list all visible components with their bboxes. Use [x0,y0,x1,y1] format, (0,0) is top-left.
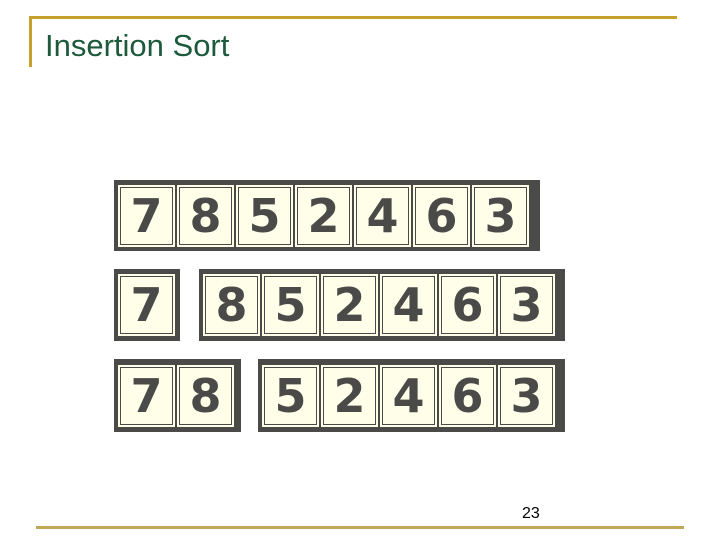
tile-value: 5 [248,188,281,243]
number-tile: 6 [439,364,496,427]
number-tile: 2 [321,274,378,336]
slide-title: Insertion Sort [45,28,230,63]
number-tile: 5 [262,274,319,336]
tile-value: 4 [392,368,425,423]
tile-value: 7 [130,368,163,423]
array-row-3-unsorted-group: 5 2 4 6 3 [258,359,565,432]
tile-value: 6 [425,188,458,243]
number-tile: 3 [498,274,555,336]
tile-value: 5 [274,368,307,423]
footer-rule [36,526,684,529]
number-tile: 2 [321,364,378,427]
array-row-1-group: 7 8 5 2 4 6 3 [114,180,540,251]
tile-value: 3 [510,368,543,423]
title-frame-top-rule [29,16,677,19]
number-tile: 7 [118,274,175,336]
tile-value: 8 [189,368,222,423]
number-tile: 6 [439,274,496,336]
tile-value: 2 [333,368,366,423]
page-number: 23 [522,505,540,522]
number-tile: 6 [413,184,470,247]
number-tile: 3 [472,184,529,247]
tile-value: 3 [484,188,517,243]
number-tile: 4 [380,274,437,336]
tile-value: 7 [130,188,163,243]
tile-value: 7 [130,278,163,332]
number-tile: 8 [177,184,234,247]
number-tile: 5 [236,184,293,247]
array-row-2-sorted-group: 7 [114,269,180,341]
title-frame-left-rule [29,16,32,67]
number-tile: 4 [380,364,437,427]
tile-value: 8 [215,278,248,332]
number-tile: 3 [498,364,555,427]
array-row-2-unsorted-group: 8 5 2 4 6 3 [199,269,565,341]
array-row-3-sorted-group: 7 8 [114,359,241,432]
tile-value: 5 [274,278,307,332]
number-tile: 8 [203,274,260,336]
number-tile: 5 [262,364,319,427]
tile-value: 2 [307,188,340,243]
tile-value: 4 [366,188,399,243]
tile-value: 6 [451,278,484,332]
number-tile: 7 [118,184,175,247]
number-tile: 2 [295,184,352,247]
number-tile: 7 [118,364,175,427]
number-tile: 8 [177,364,234,427]
tile-value: 6 [451,368,484,423]
number-tile: 4 [354,184,411,247]
tile-value: 2 [333,278,366,332]
tile-value: 8 [189,188,222,243]
tile-value: 3 [510,278,543,332]
tile-value: 4 [392,278,425,332]
